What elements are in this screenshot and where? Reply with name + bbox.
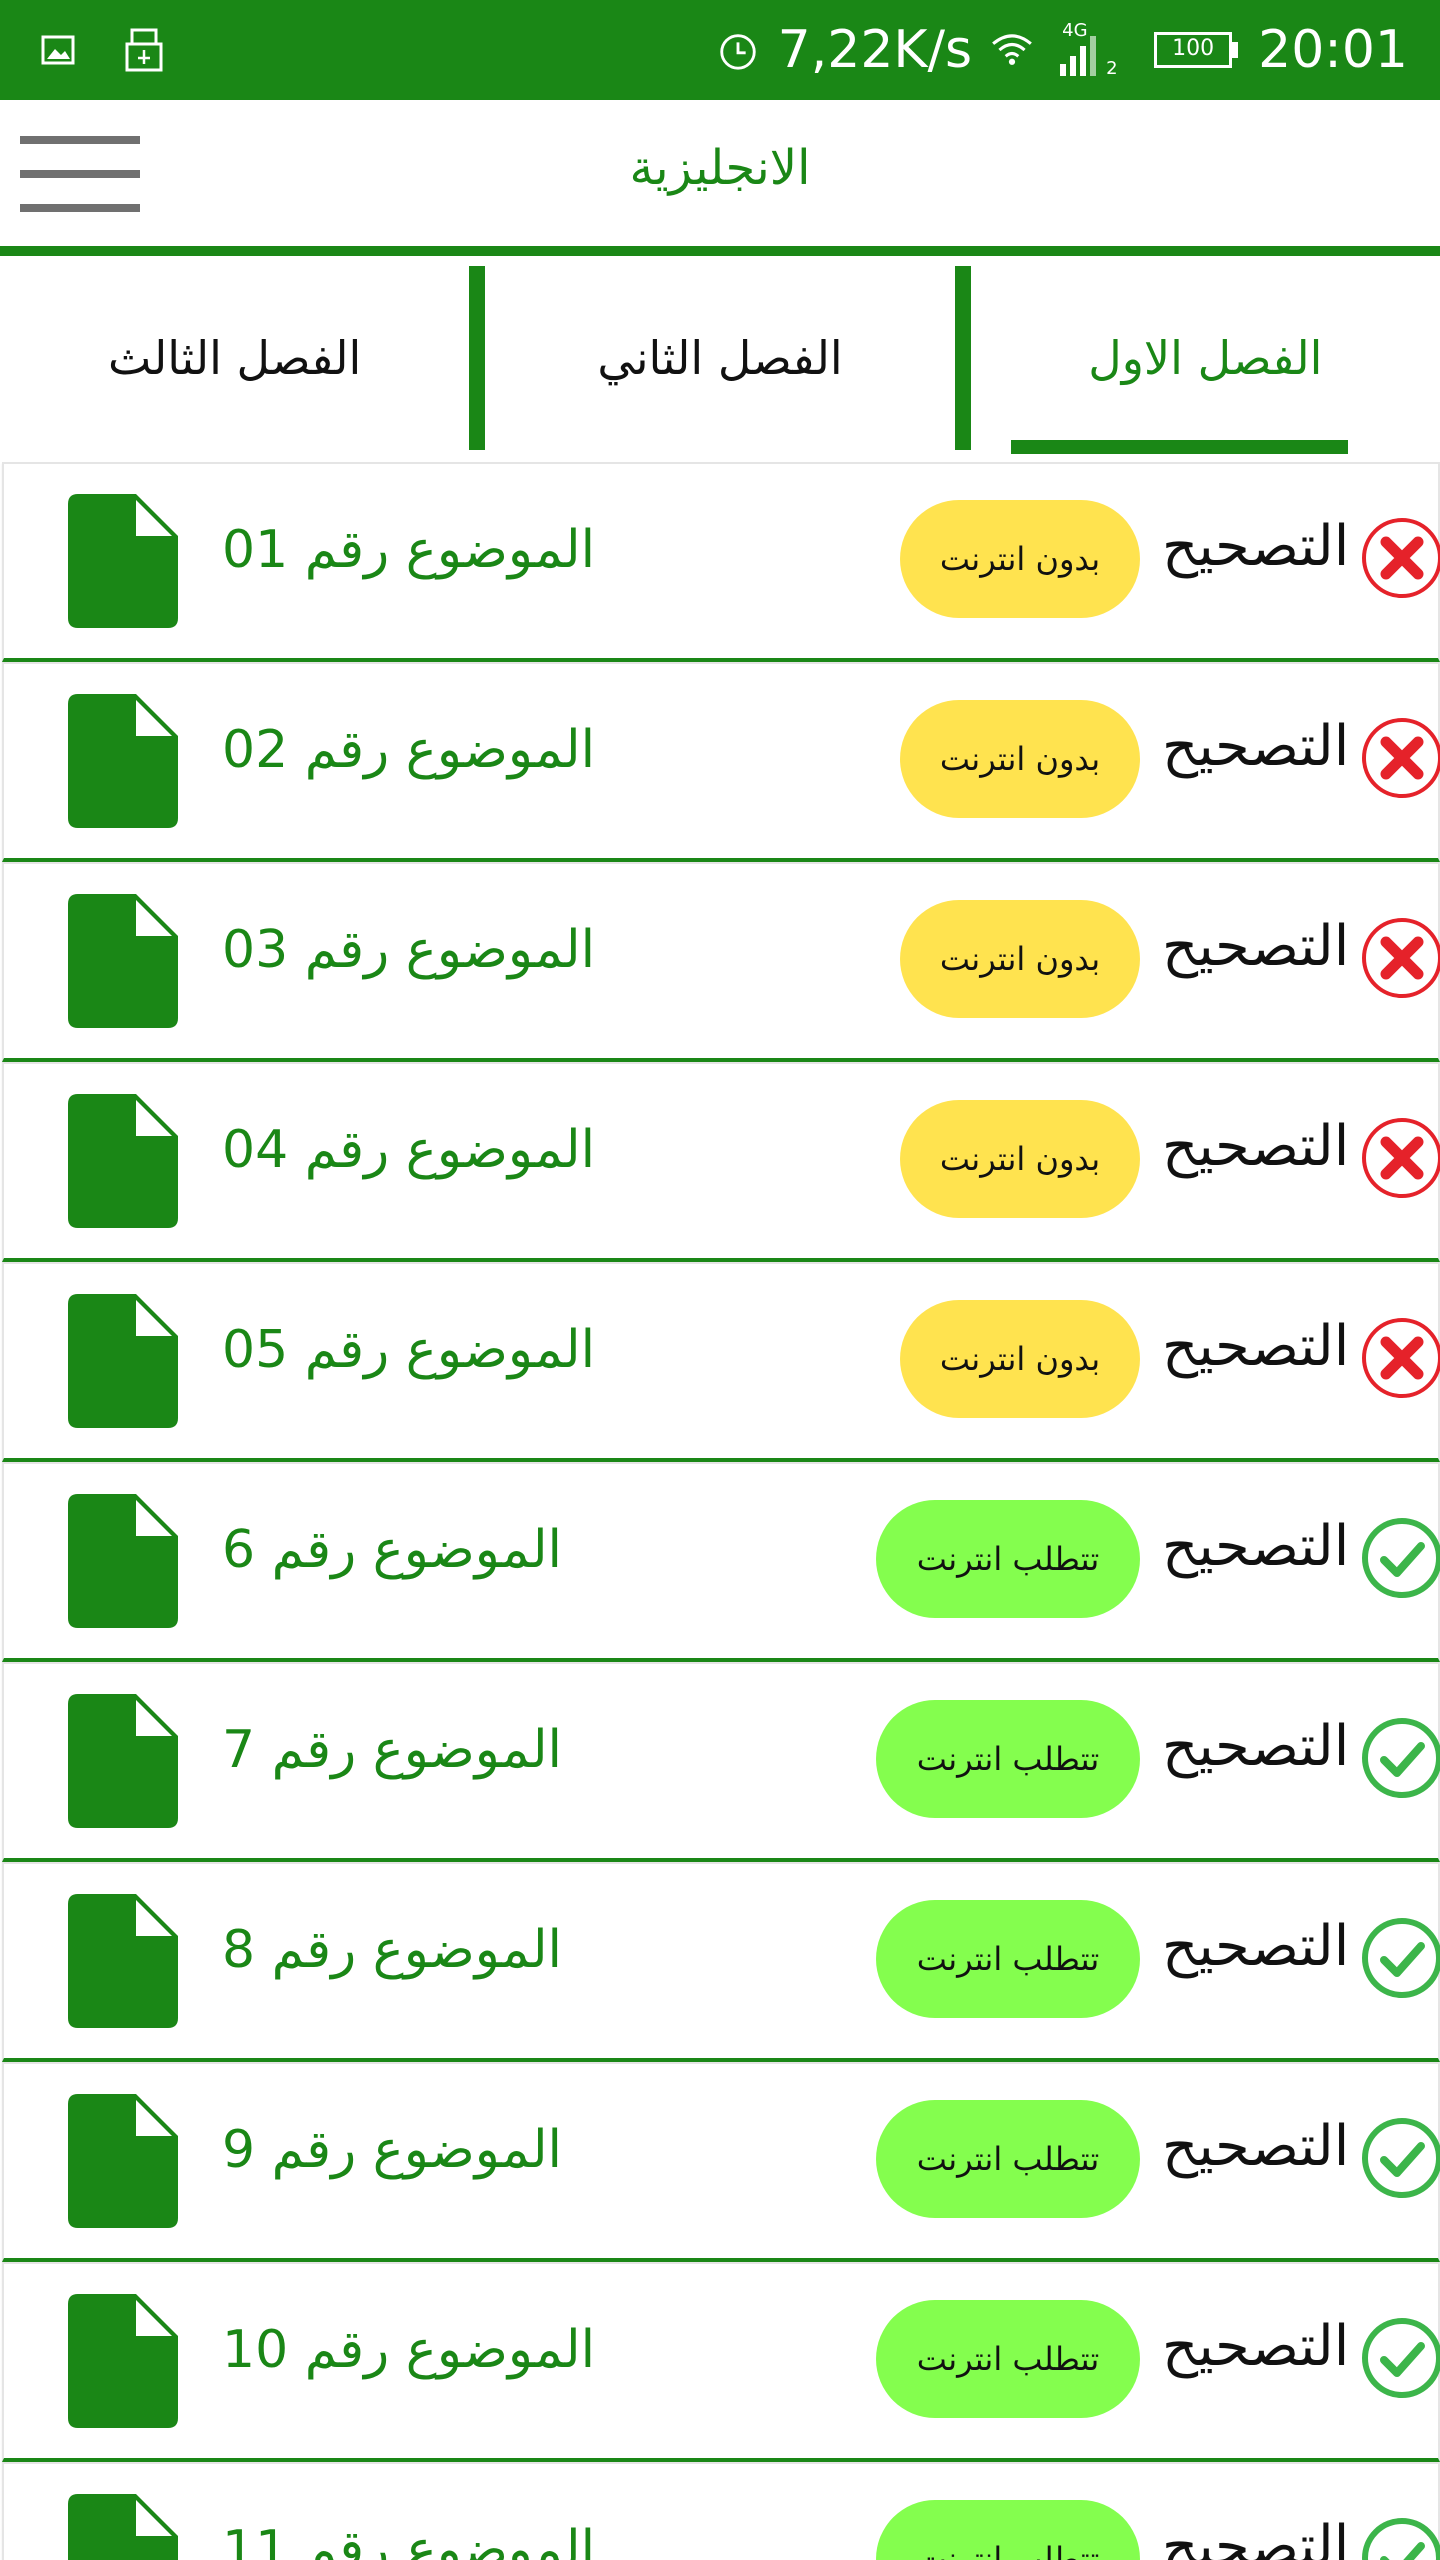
list-item[interactable]: الموضوع رقم 03 بدون انترنت التصحيح (2, 862, 1440, 1062)
correction-link[interactable]: التصحيح (1162, 1914, 1349, 1979)
connectivity-badge: بدون انترنت (900, 700, 1140, 818)
topic-title: الموضوع رقم 11 (222, 2520, 596, 2560)
list-item[interactable]: الموضوع رقم 7 تتطلب انترنت التصحيح (2, 1662, 1440, 1862)
connectivity-badge: تتطلب انترنت (876, 2300, 1140, 2418)
connectivity-badge: بدون انترنت (900, 900, 1140, 1018)
document-icon (68, 2094, 178, 2228)
page-title: الانجليزية (629, 140, 811, 196)
correction-link[interactable]: التصحيح (1162, 714, 1349, 779)
list-item[interactable]: الموضوع رقم 11 تتطلب انترنت التصحيح (2, 2462, 1440, 2560)
check-circle-icon (1360, 1516, 1440, 1600)
list-item[interactable]: الموضوع رقم 01 بدون انترنت التصحيح (2, 462, 1440, 662)
topic-title: الموضوع رقم 10 (222, 2320, 596, 2380)
list-item[interactable]: الموضوع رقم 05 بدون انترنت التصحيح (2, 1262, 1440, 1462)
check-circle-icon (1360, 2316, 1440, 2400)
x-circle-icon (1360, 1316, 1440, 1400)
list-item[interactable]: الموضوع رقم 10 تتطلب انترنت التصحيح (2, 2262, 1440, 2462)
correction-link[interactable]: التصحيح (1162, 2514, 1349, 2560)
correction-link[interactable]: التصحيح (1162, 1514, 1349, 1579)
document-icon (68, 494, 178, 628)
topic-title: الموضوع رقم 6 (222, 1520, 562, 1580)
check-circle-icon (1360, 1916, 1440, 2000)
connectivity-badge: تتطلب انترنت (876, 1700, 1140, 1818)
tab-chapter-1[interactable]: الفصل الاول (971, 266, 1440, 454)
battery-icon: 100 (1154, 30, 1240, 70)
document-icon (68, 2294, 178, 2428)
document-icon (68, 894, 178, 1028)
wifi-icon (990, 28, 1034, 72)
x-circle-icon (1360, 1116, 1440, 1200)
tab-divider (954, 266, 971, 450)
document-icon (68, 694, 178, 828)
document-icon (68, 1894, 178, 2028)
correction-link[interactable]: التصحيح (1162, 2314, 1349, 2379)
sim-number: 2 (1106, 58, 1118, 79)
status-bar: 7,22K/s 4G 2 100 20:01 (0, 0, 1440, 100)
topic-title: الموضوع رقم 01 (222, 520, 596, 580)
correction-link[interactable]: التصحيح (1162, 1714, 1349, 1779)
connectivity-badge: بدون انترنت (900, 1100, 1140, 1218)
list-item[interactable]: الموضوع رقم 02 بدون انترنت التصحيح (2, 662, 1440, 862)
usb-icon (122, 28, 166, 72)
correction-link[interactable]: التصحيح (1162, 1314, 1349, 1379)
app-bar: الانجليزية (0, 100, 1440, 256)
x-circle-icon (1360, 716, 1440, 800)
correction-link[interactable]: التصحيح (1162, 914, 1349, 979)
topic-title: الموضوع رقم 8 (222, 1920, 562, 1980)
connectivity-badge: تتطلب انترنت (876, 1900, 1140, 2018)
cell-signal-icon: 4G 2 (1052, 20, 1122, 80)
topic-title: الموضوع رقم 9 (222, 2120, 562, 2180)
document-icon (68, 1694, 178, 1828)
tab-divider (469, 266, 486, 450)
chapter-tabs: الفصل الاول الفصل الثاني الفصل الثالث (0, 266, 1440, 466)
x-circle-icon (1360, 516, 1440, 600)
topic-title: الموضوع رقم 03 (222, 920, 596, 980)
correction-link[interactable]: التصحيح (1162, 1114, 1349, 1179)
tab-chapter-3[interactable]: الفصل الثالث (0, 266, 469, 450)
connectivity-badge: بدون انترنت (900, 1300, 1140, 1418)
battery-level: 100 (1172, 36, 1215, 61)
alarm-icon (716, 28, 760, 72)
list-item[interactable]: الموضوع رقم 9 تتطلب انترنت التصحيح (2, 2062, 1440, 2262)
tab-chapter-2[interactable]: الفصل الثاني (485, 266, 954, 450)
document-icon (68, 1294, 178, 1428)
clock: 20:01 (1258, 20, 1408, 80)
image-notification-icon (36, 28, 80, 72)
list-item[interactable]: الموضوع رقم 6 تتطلب انترنت التصحيح (2, 1462, 1440, 1662)
connectivity-badge: تتطلب انترنت (876, 1500, 1140, 1618)
connectivity-badge: تتطلب انترنت (876, 2500, 1140, 2560)
document-icon (68, 2494, 178, 2560)
topic-title: الموضوع رقم 7 (222, 1720, 562, 1780)
connectivity-badge: بدون انترنت (900, 500, 1140, 618)
check-circle-icon (1360, 1716, 1440, 1800)
topic-title: الموضوع رقم 05 (222, 1320, 596, 1380)
x-circle-icon (1360, 916, 1440, 1000)
topic-list: الموضوع رقم 01 بدون انترنت التصحيح الموضوع … (0, 462, 1440, 2560)
topic-title: الموضوع رقم 02 (222, 720, 596, 780)
correction-link[interactable]: التصحيح (1162, 2114, 1349, 2179)
topic-title: الموضوع رقم 04 (222, 1120, 596, 1180)
list-item[interactable]: الموضوع رقم 8 تتطلب انترنت التصحيح (2, 1862, 1440, 2062)
network-speed: 7,22K/s (777, 20, 973, 80)
document-icon (68, 1094, 178, 1228)
check-circle-icon (1360, 2116, 1440, 2200)
connectivity-badge: تتطلب انترنت (876, 2100, 1140, 2218)
check-circle-icon (1360, 2516, 1440, 2560)
document-icon (68, 1494, 178, 1628)
correction-link[interactable]: التصحيح (1162, 514, 1349, 579)
list-item[interactable]: الموضوع رقم 04 بدون انترنت التصحيح (2, 1062, 1440, 1262)
